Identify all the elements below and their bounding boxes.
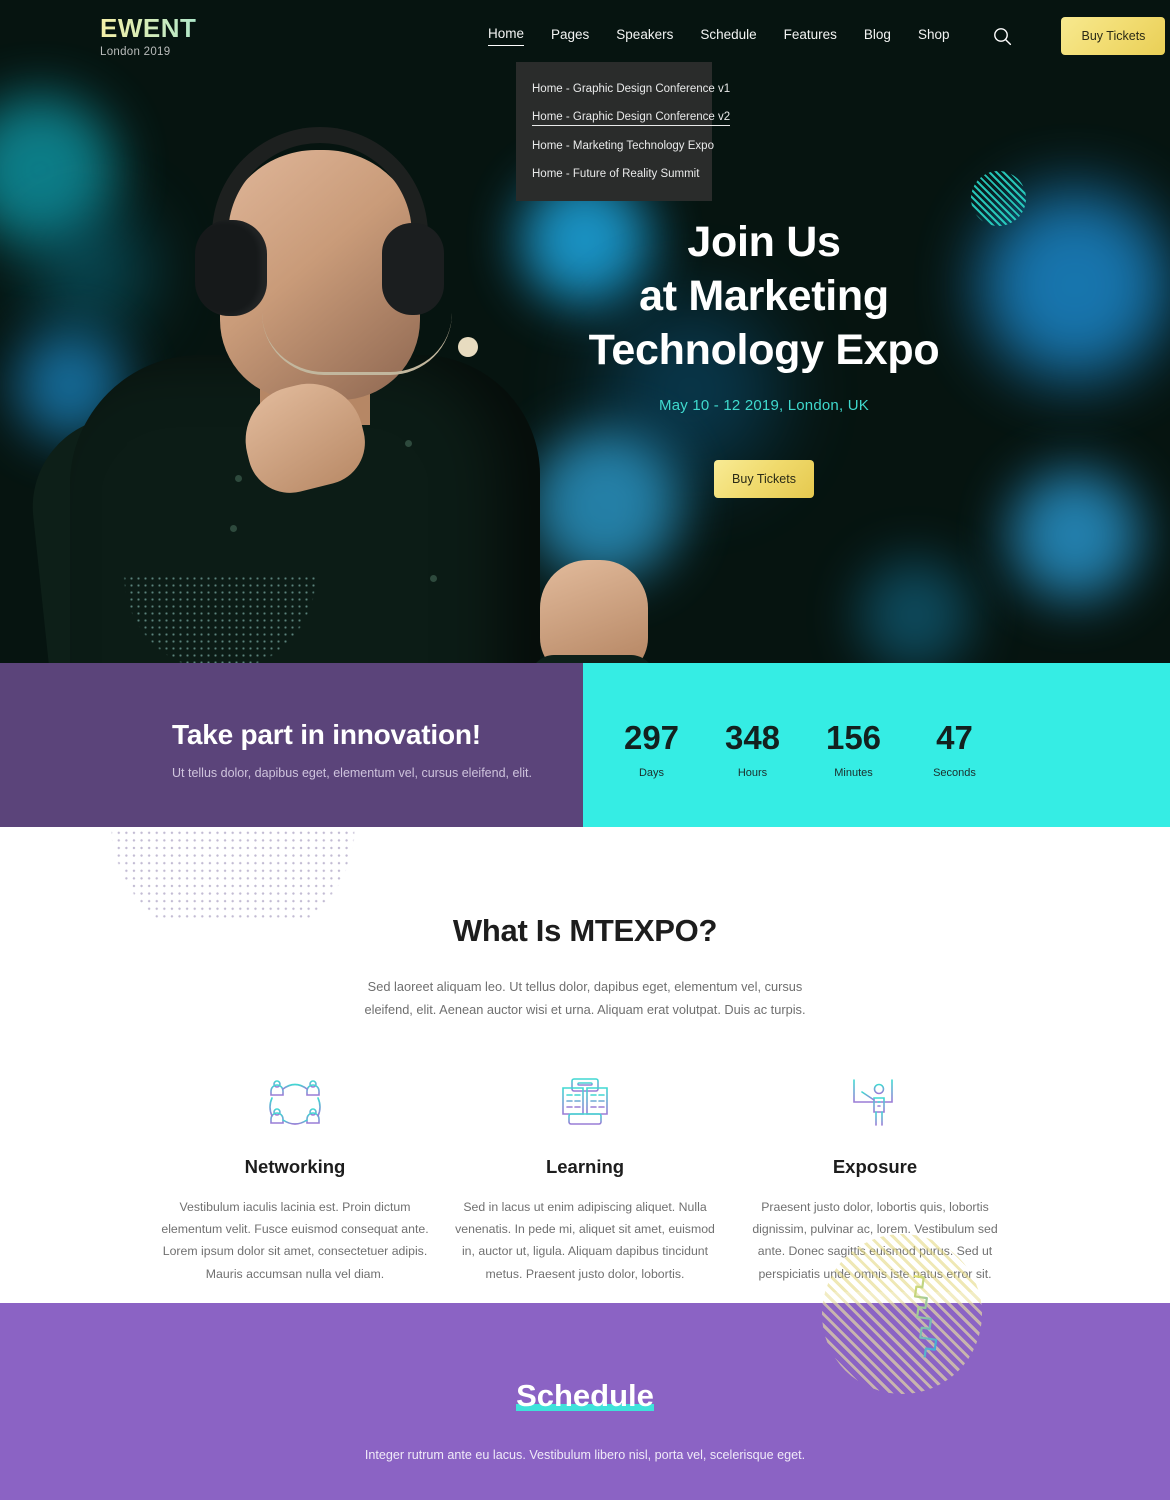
countdown-hours-value: 348 xyxy=(724,719,781,756)
dropdown-item-label: Home - Graphic Design Conference v2 xyxy=(532,111,731,126)
search-icon[interactable] xyxy=(993,27,1012,46)
hero-title-line-1: Join Us xyxy=(687,218,841,266)
feature-title: Learning xyxy=(545,1155,625,1177)
dropdown-item-conference-v2[interactable]: Home - Graphic Design Conference v2 xyxy=(516,104,731,133)
about-title-text: What Is MTEXPO? xyxy=(452,913,718,948)
dropdown-item-label: Home - Graphic Design Conference v1 xyxy=(532,83,731,95)
about-section: What Is MTEXPO? Sed laoreet aliquam leo.… xyxy=(0,827,1170,1303)
schedule-description: Integer rutrum ante eu lacus. Vestibulum… xyxy=(364,1448,806,1462)
home-dropdown-menu: Home - Graphic Design Conference v1 Home… xyxy=(516,62,731,201)
countdown-hours-label: Hours xyxy=(737,767,768,779)
dot-pattern-decoration xyxy=(77,829,389,919)
nav-item-speakers[interactable]: Speakers xyxy=(616,27,673,46)
nav-item-features[interactable]: Features xyxy=(784,27,837,46)
countdown-days-label: Days xyxy=(638,767,665,779)
nav-item-shop[interactable]: Shop xyxy=(918,27,950,46)
countdown-minutes-label: Minutes xyxy=(834,767,873,779)
main-navigation: Home Pages Speakers Schedule Features Bl… xyxy=(488,17,1166,55)
innovation-subtitle: Ut tellus dolor, dapibus eget, elementum… xyxy=(172,766,532,780)
headphones-cup xyxy=(382,223,444,315)
schedule-title: Schedule xyxy=(516,1378,654,1414)
about-description: Sed laoreet aliquam leo. Ut tellus dolor… xyxy=(364,979,806,1017)
nav-item-home[interactable]: Home xyxy=(488,26,525,46)
networking-icon xyxy=(150,1071,440,1133)
speaker-fist xyxy=(540,560,648,663)
dropdown-item-label: Home - Marketing Technology Expo xyxy=(532,140,714,152)
dropdown-item-reality-summit[interactable]: Home - Future of Reality Summit xyxy=(516,161,712,189)
countdown-days: 297 Days xyxy=(601,721,702,827)
nav-item-blog[interactable]: Blog xyxy=(864,27,891,46)
headphones-cup xyxy=(195,220,267,316)
shirt-button xyxy=(430,575,437,582)
countdown-minutes-value: 156 xyxy=(825,719,882,756)
feature-title: Exposure xyxy=(832,1155,918,1177)
dropdown-item-marketing-expo[interactable]: Home - Marketing Technology Expo xyxy=(516,133,714,161)
countdown-seconds-value: 47 xyxy=(936,719,973,756)
learning-icon xyxy=(440,1071,730,1133)
bokeh-light xyxy=(860,560,970,663)
hero-title-line-2: at Marketing xyxy=(639,272,889,321)
shirt-button xyxy=(235,475,242,482)
about-title: What Is MTEXPO? xyxy=(452,913,718,949)
speaker-cuff xyxy=(530,655,655,663)
striped-circle-decoration xyxy=(971,171,1026,226)
countdown-seconds: 47 Seconds xyxy=(904,721,1005,827)
hero-section: EWENT London 2019 Home Pages Speakers Sc… xyxy=(0,0,1170,663)
hero-subtitle: May 10 - 12 2019, London, UK xyxy=(659,396,869,414)
feature-title: Networking xyxy=(244,1155,346,1177)
feature-text: Vestibulum iaculis lacinia est. Proin di… xyxy=(161,1199,429,1281)
buy-tickets-header-button[interactable]: Buy Tickets xyxy=(1061,17,1166,55)
feature-text: Sed in lacus ut enim adipiscing aliquet.… xyxy=(455,1199,715,1281)
countdown-hours: 348 Hours xyxy=(702,721,803,827)
dropdown-item-conference-v1[interactable]: Home - Graphic Design Conference v1 xyxy=(516,76,730,104)
schedule-section: Schedule Integer rutrum ante eu lacus. V… xyxy=(0,1303,1170,1500)
dot-pattern-decoration xyxy=(100,575,340,663)
shirt-button xyxy=(405,440,412,447)
logo[interactable]: EWENT London 2019 xyxy=(100,15,290,58)
buy-tickets-hero-button[interactable]: Buy Tickets xyxy=(714,459,814,498)
shirt-button xyxy=(230,525,237,532)
logo-text: EWENT xyxy=(100,15,290,41)
countdown-seconds-label: Seconds xyxy=(933,767,976,779)
nav-item-schedule[interactable]: Schedule xyxy=(700,27,756,46)
hero-content: Join Us at Marketing Technology Expo May… xyxy=(588,215,940,498)
innovation-panel: Take part in innovation! Ut tellus dolor… xyxy=(0,663,583,827)
feature-learning: Learning Sed in lacus ut enim adipiscing… xyxy=(440,1071,730,1286)
speaker-photo xyxy=(23,55,655,663)
countdown-panel: 297 Days 348 Hours 156 Minutes 47 Second… xyxy=(583,663,1170,827)
feature-list: Networking Vestibulum iaculis lacinia es… xyxy=(0,1071,1170,1286)
countdown-band: Take part in innovation! Ut tellus dolor… xyxy=(0,663,1170,827)
schedule-header: Schedule Integer rutrum ante eu lacus. V… xyxy=(0,1303,1170,1462)
schedule-title-text: Schedule xyxy=(516,1378,654,1413)
countdown-days-value: 297 xyxy=(623,719,680,756)
dropdown-item-label: Home - Future of Reality Summit xyxy=(532,168,700,180)
hero-title-line-3: Technology Expo xyxy=(588,326,940,375)
innovation-title: Take part in innovation! xyxy=(172,719,481,750)
logo-subtitle: London 2019 xyxy=(100,45,171,58)
hero-title: Join Us at Marketing Technology Expo xyxy=(588,215,940,378)
feature-networking: Networking Vestibulum iaculis lacinia es… xyxy=(150,1071,440,1286)
countdown-minutes: 156 Minutes xyxy=(803,721,904,827)
microphone-tip xyxy=(458,337,478,357)
nav-item-pages[interactable]: Pages xyxy=(551,27,589,46)
bokeh-light xyxy=(1010,470,1140,600)
exposure-icon xyxy=(730,1071,1020,1133)
